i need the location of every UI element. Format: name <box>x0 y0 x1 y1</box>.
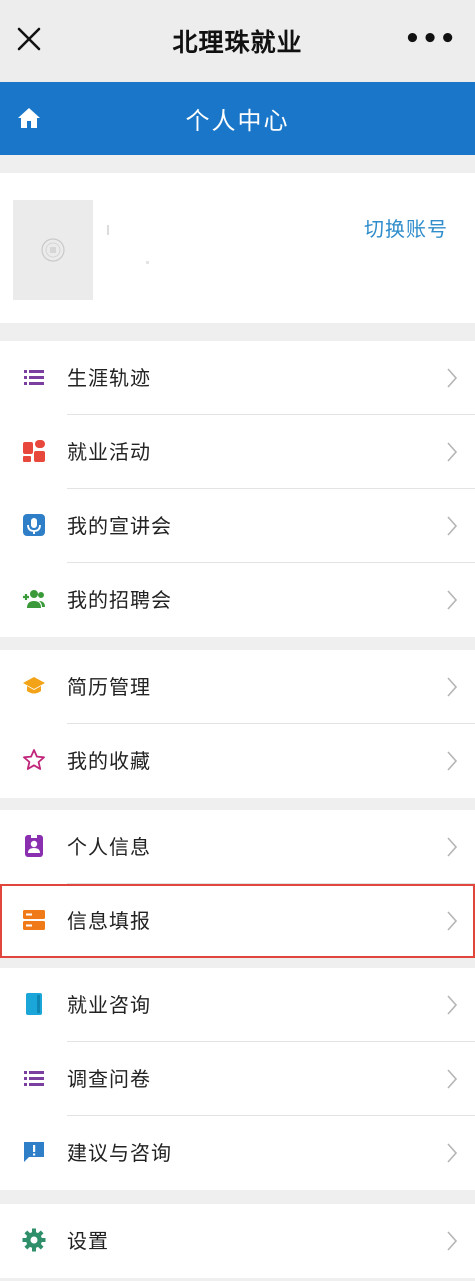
switch-account-link[interactable]: 切换账号 <box>364 213 448 242</box>
chevron-right-icon <box>447 837 458 857</box>
chevron-right-icon <box>447 590 458 610</box>
chevron-right-icon <box>447 677 458 697</box>
menu-item-career-track[interactable]: 生涯轨迹 <box>0 341 475 415</box>
menu-label: 信息填报 <box>67 909 151 933</box>
feedback-icon <box>24 1142 44 1162</box>
menu-label: 就业咨询 <box>67 993 151 1017</box>
chevron-right-icon <box>447 1231 458 1251</box>
book-icon <box>26 993 42 1015</box>
menu-label: 我的宣讲会 <box>67 514 172 538</box>
close-icon[interactable] <box>14 24 44 54</box>
microphone-icon <box>23 514 45 536</box>
add-group-icon <box>23 590 45 608</box>
menu-item-personal-info[interactable]: 个人信息 <box>0 810 475 884</box>
chevron-right-icon <box>447 911 458 931</box>
menu-item-survey[interactable]: 调查问卷 <box>0 1042 475 1116</box>
menu-item-employment-activities[interactable]: 就业活动 <box>0 415 475 489</box>
menu-label: 设置 <box>67 1229 109 1253</box>
menu-label: 简历管理 <box>67 675 151 699</box>
menu-item-settings[interactable]: 设置 <box>0 1204 475 1278</box>
menu-item-my-favorites[interactable]: 我的收藏 <box>0 724 475 798</box>
menu-item-info-submission[interactable]: 信息填报 <box>0 884 475 958</box>
menu-label: 就业活动 <box>67 440 151 464</box>
chevron-right-icon <box>447 751 458 771</box>
profile-card: 切换账号 <box>0 173 475 323</box>
avatar[interactable] <box>13 200 93 300</box>
menu-item-employment-consulting[interactable]: 就业咨询 <box>0 968 475 1042</box>
chevron-right-icon <box>447 1143 458 1163</box>
menu-group-career: 生涯轨迹 就业活动 我的宣讲会 我的招聘会 <box>0 341 475 637</box>
chevron-right-icon <box>447 995 458 1015</box>
graduation-cap-icon <box>23 677 45 694</box>
menu-label: 我的收藏 <box>67 749 151 773</box>
redacted-info <box>146 261 149 264</box>
redacted-name <box>107 225 109 235</box>
more-options-icon[interactable]: ••• <box>404 26 457 52</box>
page-header: 个人中心 <box>0 82 475 155</box>
top-bar: 北理珠就业 ••• <box>0 0 475 82</box>
menu-item-resume-management[interactable]: 简历管理 <box>0 650 475 724</box>
menu-label: 我的招聘会 <box>67 588 172 612</box>
menu-item-my-talks[interactable]: 我的宣讲会 <box>0 489 475 563</box>
menu-item-my-job-fairs[interactable]: 我的招聘会 <box>0 563 475 637</box>
menu-item-suggestions[interactable]: 建议与咨询 <box>0 1116 475 1190</box>
page-title: 个人中心 <box>185 107 290 135</box>
home-icon[interactable] <box>17 106 41 130</box>
chevron-right-icon <box>447 442 458 462</box>
menu-label: 建议与咨询 <box>67 1141 172 1165</box>
chevron-right-icon <box>447 368 458 388</box>
id-badge-icon <box>25 835 43 857</box>
chevron-right-icon <box>447 516 458 536</box>
menu-label: 个人信息 <box>67 835 151 859</box>
list-icon <box>24 370 44 385</box>
menu-group-consult: 就业咨询 调查问卷 建议与咨询 <box>0 968 475 1190</box>
avatar-placeholder-icon <box>41 238 65 262</box>
menu-label: 调查问卷 <box>67 1067 151 1091</box>
menu-group-settings: 设置 <box>0 1204 475 1278</box>
app-title: 北理珠就业 <box>172 28 303 57</box>
list-icon <box>24 1071 44 1086</box>
chevron-right-icon <box>447 1069 458 1089</box>
menu-label: 生涯轨迹 <box>67 366 151 390</box>
form-icon <box>23 910 45 930</box>
activity-icon <box>23 440 45 462</box>
menu-group-info: 个人信息 信息填报 <box>0 810 475 958</box>
gear-icon <box>22 1228 46 1252</box>
menu-group-resume: 简历管理 我的收藏 <box>0 650 475 798</box>
star-icon <box>23 749 45 770</box>
